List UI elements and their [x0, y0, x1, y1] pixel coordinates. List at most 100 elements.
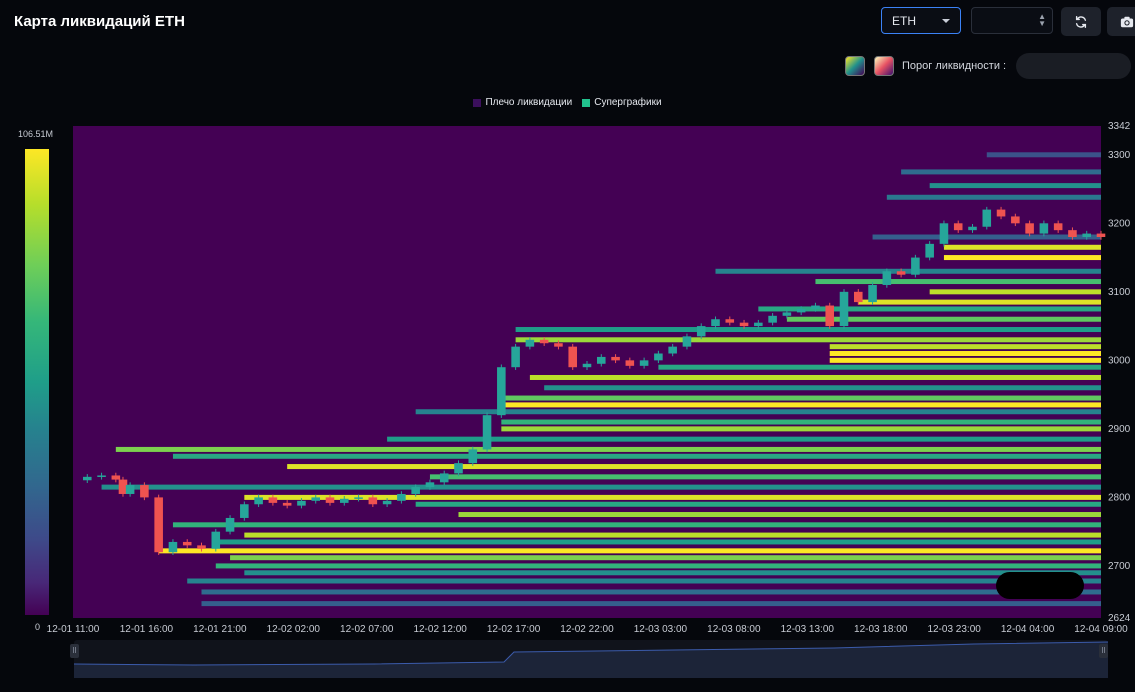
liquidation-band [815, 279, 1101, 285]
liquidation-band [215, 539, 1101, 545]
liquidation-band [943, 255, 1101, 261]
candle-body [953, 223, 963, 231]
candle-body [639, 360, 649, 366]
candle-body [140, 485, 149, 498]
liquidation-band [858, 299, 1101, 305]
symbol-select[interactable]: ETH [881, 7, 961, 34]
liquidation-band [544, 385, 1101, 391]
candle-body [168, 541, 178, 553]
y-tick-label: 2700 [1108, 561, 1131, 572]
x-tick-label: 12-01 11:00 [47, 624, 100, 635]
candle-body [111, 475, 121, 480]
screenshot-button[interactable] [1107, 7, 1135, 36]
candle-body [596, 356, 606, 364]
y-tick-label: 3300 [1108, 150, 1131, 161]
y-tick-label: 2624 [1108, 613, 1131, 624]
candle-body [511, 346, 520, 368]
stepper-arrows-icon[interactable]: ▲ ▼ [1038, 13, 1046, 28]
liquidation-band [829, 344, 1101, 350]
liquidation-band [287, 464, 1102, 470]
navigator-left-handle[interactable]: II [70, 644, 79, 658]
x-tick-label: 12-02 22:00 [560, 624, 614, 635]
candle-body [868, 284, 877, 303]
candle-body [625, 360, 635, 366]
candle-body [240, 504, 249, 518]
liquidation-heatmap-chart[interactable]: 33423300320031003000290028002700262412-0… [0, 118, 1135, 638]
candle-body [982, 209, 992, 227]
candle-body [968, 226, 977, 231]
viridis-colorscale-swatch[interactable] [845, 56, 865, 76]
candle-body [311, 497, 321, 501]
candle-body [497, 367, 506, 416]
candle-body [225, 517, 235, 532]
y-tick-label: 3100 [1108, 287, 1131, 298]
x-tick-label: 12-04 09:00 [1074, 624, 1128, 635]
liquidation-band [501, 395, 1101, 401]
candle-body [711, 319, 720, 327]
candle-body [468, 449, 478, 464]
candle-body [925, 243, 934, 258]
candle-body [825, 305, 835, 327]
candle-body [939, 223, 949, 244]
x-tick-label: 12-02 12:00 [413, 624, 467, 635]
candle-body [853, 291, 863, 303]
liquidation-band [187, 578, 1101, 584]
liquidation-band [943, 244, 1101, 250]
candle-body [839, 291, 849, 327]
candle-body [768, 315, 777, 323]
candle-body [582, 363, 592, 368]
legend-item-leverage[interactable]: Плечо ликвидации [473, 97, 572, 108]
liquidation-band [758, 306, 1101, 312]
liquidation-band [244, 570, 1102, 576]
x-tick-label: 12-03 08:00 [707, 624, 761, 635]
y-tick-label: 3200 [1108, 218, 1131, 229]
liquidation-band [658, 364, 1101, 370]
candle-body [554, 343, 563, 347]
candle-body [454, 463, 463, 474]
x-tick-label: 12-02 17:00 [487, 624, 541, 635]
liquidation-band [501, 419, 1101, 425]
liquidation-band [829, 350, 1101, 356]
x-tick-label: 12-03 18:00 [854, 624, 908, 635]
x-tick-label: 12-01 16:00 [120, 624, 174, 635]
threshold-input[interactable] [1016, 53, 1131, 79]
x-tick-label: 12-02 02:00 [267, 624, 321, 635]
candle-body [282, 502, 292, 506]
liquidation-band [172, 453, 1101, 459]
candle-body [1082, 233, 1092, 238]
value-stepper[interactable]: ▲ ▼ [971, 7, 1053, 34]
y-tick-label: 2900 [1108, 424, 1131, 435]
candle-body [811, 305, 820, 309]
candle-body [254, 497, 263, 505]
symbol-select-value: ETH [892, 13, 916, 28]
refresh-button[interactable] [1061, 7, 1101, 36]
candle-body [339, 498, 349, 503]
chart-legend: Плечо ликвидации Суперграфики [0, 97, 1135, 108]
candle-body [368, 497, 378, 505]
magma-colorscale-swatch[interactable] [874, 56, 894, 76]
liquidation-band [201, 601, 1101, 607]
y-tick-label: 3000 [1108, 355, 1131, 366]
x-tick-label: 12-03 03:00 [634, 624, 688, 635]
candle-body [882, 271, 892, 285]
candle-body [1068, 230, 1077, 238]
liquidation-band [929, 183, 1101, 189]
legend-label: Суперграфики [594, 97, 662, 108]
liquidation-band [387, 436, 1102, 442]
legend-item-supercharts[interactable]: Суперграфики [582, 97, 662, 108]
navigator-right-handle[interactable]: II [1099, 644, 1108, 658]
candle-body [425, 482, 435, 488]
liquidation-band [158, 548, 1101, 554]
legend-label: Плечо ликвидации [485, 97, 573, 108]
candle-body [1096, 233, 1106, 238]
candle-body [754, 322, 763, 327]
candle-body [211, 531, 221, 549]
y-tick-label: 2800 [1108, 492, 1131, 503]
candle-body [268, 497, 278, 503]
candle-body [525, 339, 535, 347]
liquidation-band [829, 357, 1101, 363]
time-navigator[interactable] [73, 640, 1109, 678]
candle-body [568, 346, 578, 368]
chevron-down-icon [942, 18, 950, 23]
x-tick-label: 12-04 04:00 [1001, 624, 1055, 635]
